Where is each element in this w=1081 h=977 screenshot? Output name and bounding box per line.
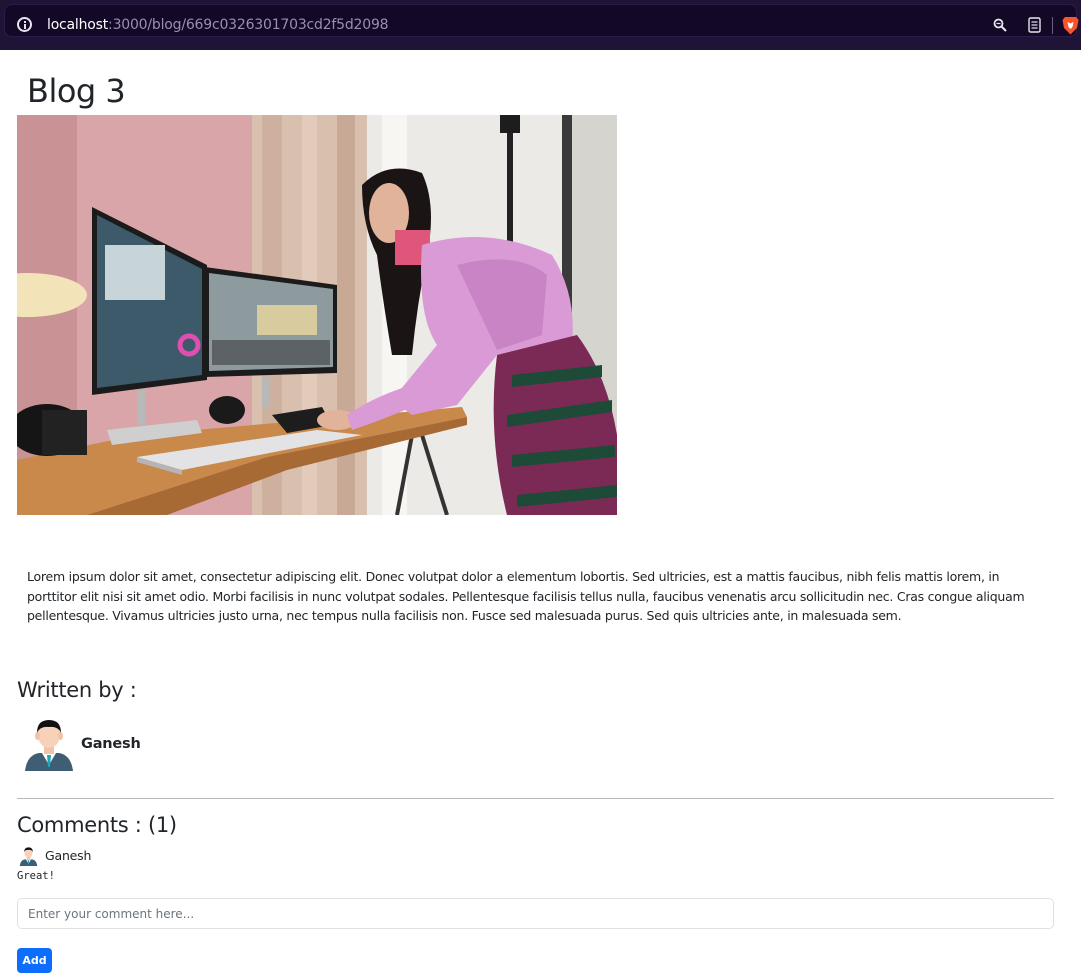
blog-hero-image (17, 115, 617, 515)
blog-body-text: Lorem ipsum dolor sit amet, consectetur … (27, 569, 1025, 623)
comment-text: Great! (17, 870, 55, 882)
comment-avatar (19, 847, 38, 866)
toolbar-divider (1052, 17, 1053, 34)
url-path: :3000/blog/669c0326301703cd2f5d2098 (108, 17, 389, 33)
url-text[interactable]: localhost:3000/blog/669c0326301703cd2f5d… (47, 17, 389, 34)
author-avatar (25, 720, 73, 771)
browser-toolbar: localhost:3000/blog/669c0326301703cd2f5d… (0, 0, 1081, 50)
blog-title: Blog 3 (27, 72, 126, 110)
comment-author: Ganesh (45, 848, 92, 863)
hero-photo (17, 115, 617, 515)
reader-mode-icon[interactable] (1028, 17, 1041, 33)
written-by-heading: Written by : (17, 678, 137, 702)
url-host: localhost (47, 17, 109, 33)
address-bar[interactable]: localhost:3000/blog/669c0326301703cd2f5d… (4, 4, 1079, 37)
comment-input[interactable] (17, 898, 1054, 929)
zoom-icon[interactable] (993, 18, 1007, 32)
info-icon[interactable] (17, 17, 32, 32)
author-name: Ganesh (81, 736, 141, 752)
add-comment-button[interactable]: Add (17, 948, 52, 973)
section-divider (17, 798, 1054, 799)
comments-heading: Comments : (1) (17, 813, 177, 837)
brave-shield-icon[interactable] (1062, 16, 1079, 35)
